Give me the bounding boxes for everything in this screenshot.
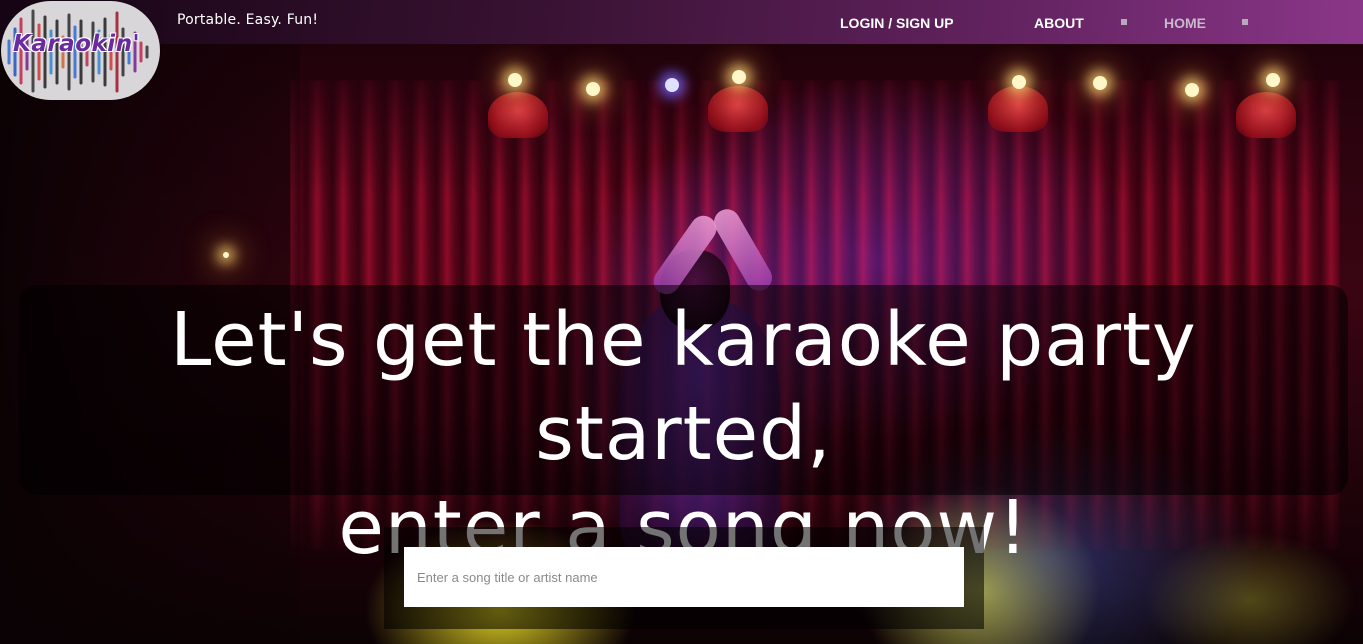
stage-light	[732, 70, 746, 84]
stage-light	[223, 252, 229, 258]
stage-light	[586, 82, 600, 96]
hero-heading-line-1: Let's get the karaoke party started,	[170, 297, 1197, 477]
stage-lamp	[1236, 92, 1296, 138]
nav-separator	[1121, 19, 1127, 25]
stage-light	[665, 78, 679, 92]
stage-light	[1093, 76, 1107, 90]
nav-separator	[1242, 19, 1248, 25]
stage-lamp	[988, 86, 1048, 132]
stage-light	[1012, 75, 1026, 89]
song-search-input[interactable]	[404, 547, 964, 607]
page: Portable. Easy. Fun! LOGIN / SIGN UP ABO…	[0, 0, 1363, 644]
stage-light	[1185, 83, 1199, 97]
nav-login-signup[interactable]: LOGIN / SIGN UP	[840, 15, 954, 31]
logo-text: Karaokin'	[13, 31, 141, 57]
tagline: Portable. Easy. Fun!	[177, 12, 319, 28]
nav-about[interactable]: ABOUT	[1034, 15, 1084, 31]
stage-light	[1266, 73, 1280, 87]
stage-lamp	[708, 86, 768, 132]
search-panel	[384, 527, 984, 629]
stage-light	[508, 73, 522, 87]
stage-lamp	[488, 92, 548, 138]
top-navigation-bar: Portable. Easy. Fun! LOGIN / SIGN UP ABO…	[0, 0, 1363, 44]
nav-home[interactable]: HOME	[1164, 15, 1206, 31]
karaokin-logo[interactable]: Karaokin'	[1, 1, 160, 100]
hero-banner: Let's get the karaoke party started, ent…	[19, 285, 1348, 571]
